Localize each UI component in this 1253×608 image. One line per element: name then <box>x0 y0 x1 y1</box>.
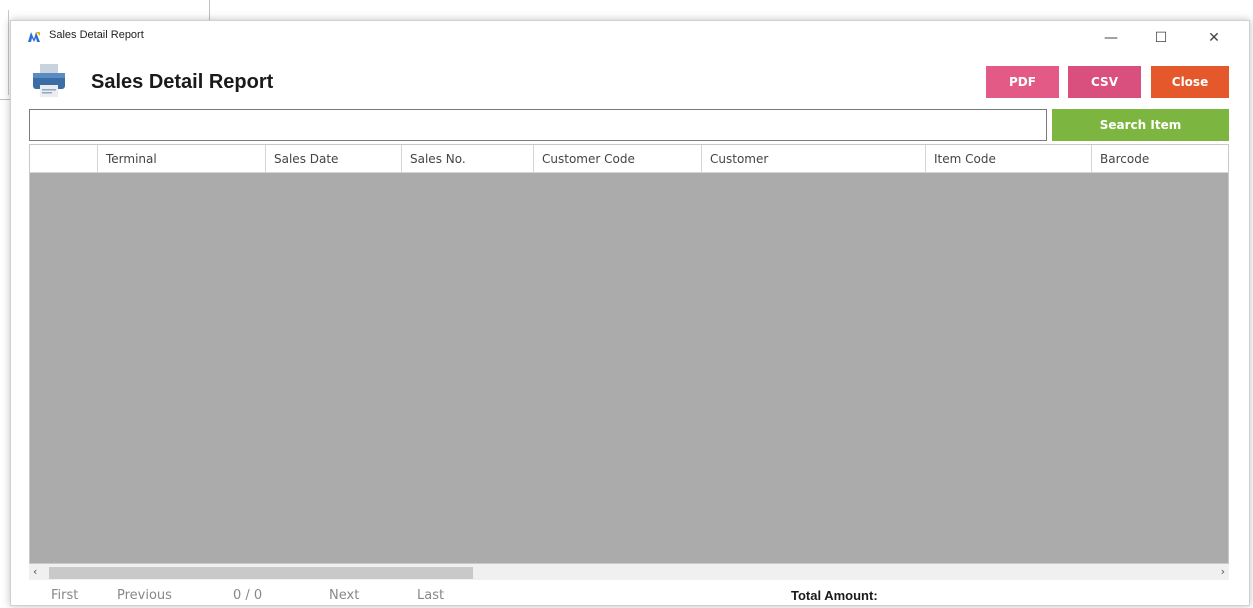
report-header: Sales Detail Report <box>11 57 1249 105</box>
minimize-button[interactable]: — <box>1088 25 1134 51</box>
window-close-button[interactable]: ✕ <box>1191 25 1237 51</box>
printer-icon <box>33 64 65 97</box>
scrollbar-thumb[interactable] <box>49 567 473 579</box>
csv-button[interactable]: CSV <box>1068 66 1141 98</box>
app-logo-icon <box>28 32 40 42</box>
column-header-sales-no[interactable]: Sales No. <box>402 145 534 173</box>
pdf-button[interactable]: PDF <box>986 66 1059 98</box>
column-header-terminal[interactable]: Terminal <box>98 145 266 173</box>
previous-page-button[interactable]: Previous <box>117 588 172 603</box>
search-input[interactable] <box>29 109 1047 141</box>
sales-detail-window: Sales Detail Report — ☐ ✕ Sales Detail R… <box>10 20 1250 606</box>
first-page-button[interactable]: First <box>51 588 78 603</box>
scroll-left-icon[interactable]: ‹ <box>33 564 37 580</box>
grid-header: Terminal Sales Date Sales No. Customer C… <box>30 145 1228 173</box>
close-button[interactable]: Close <box>1151 66 1229 98</box>
title-bar: Sales Detail Report — ☐ ✕ <box>11 21 1249 55</box>
total-amount-label: Total Amount: <box>791 588 878 603</box>
next-page-button[interactable]: Next <box>329 588 359 603</box>
column-header-customer[interactable]: Customer <box>702 145 926 173</box>
column-header-customer-code[interactable]: Customer Code <box>534 145 702 173</box>
column-header-barcode[interactable]: Barcode <box>1092 145 1228 173</box>
pager-footer: First Previous 0 / 0 Next Last Total Amo… <box>11 586 1249 608</box>
window-title: Sales Detail Report <box>49 29 144 41</box>
maximize-button[interactable]: ☐ <box>1138 25 1184 51</box>
column-header-sales-date[interactable]: Sales Date <box>266 145 402 173</box>
horizontal-scrollbar[interactable]: ‹ › <box>29 564 1229 580</box>
sales-detail-grid[interactable]: Terminal Sales Date Sales No. Customer C… <box>29 144 1229 564</box>
search-item-button[interactable]: Search Item <box>1052 109 1229 141</box>
column-header-row-selector[interactable] <box>30 145 98 173</box>
column-header-item-code[interactable]: Item Code <box>926 145 1092 173</box>
scroll-right-icon[interactable]: › <box>1221 564 1225 580</box>
page-count: 0 / 0 <box>233 588 263 603</box>
last-page-button[interactable]: Last <box>417 588 444 603</box>
page-title: Sales Detail Report <box>91 71 274 93</box>
